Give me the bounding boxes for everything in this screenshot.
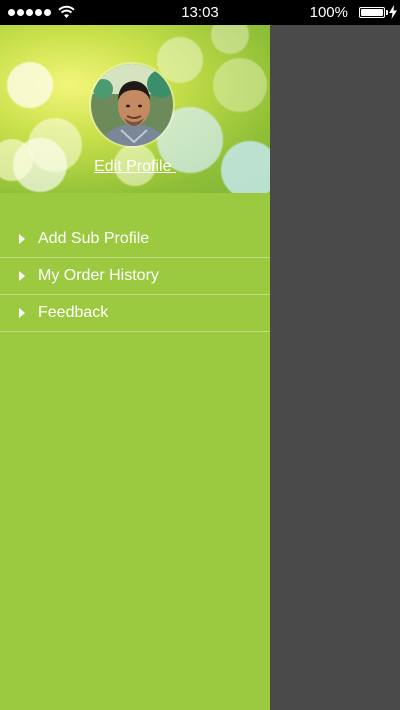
battery-icon: [359, 7, 385, 18]
battery-tip: [386, 10, 388, 15]
arrow-right-icon: [19, 271, 25, 281]
battery-percent: 100%: [309, 4, 348, 21]
status-bar: 13:03 100%: [0, 0, 400, 25]
charging-bolt-icon: [389, 5, 397, 19]
side-drawer: Edit Profile Add Sub Profile My Order Hi…: [0, 25, 270, 710]
menu-item-add-sub-profile[interactable]: Add Sub Profile: [0, 221, 270, 258]
arrow-right-icon: [19, 308, 25, 318]
drawer-menu: Add Sub Profile My Order History Feedbac…: [0, 221, 270, 332]
menu-item-feedback[interactable]: Feedback: [0, 295, 270, 332]
menu-item-label: Add Sub Profile: [38, 230, 150, 247]
menu-item-label: My Order History: [38, 267, 159, 284]
app-screen: 13:03 100% Edit Profile Add Sub Profile …: [0, 0, 400, 710]
edit-profile-link[interactable]: Edit Profile: [0, 158, 270, 176]
profile-header: Edit Profile: [0, 25, 270, 193]
battery-level-fill: [361, 9, 383, 16]
arrow-right-icon: [19, 234, 25, 244]
drawer-dim-overlay[interactable]: [270, 25, 400, 710]
menu-item-my-order-history[interactable]: My Order History: [0, 258, 270, 295]
menu-item-label: Feedback: [38, 304, 109, 321]
avatar[interactable]: [89, 62, 175, 148]
